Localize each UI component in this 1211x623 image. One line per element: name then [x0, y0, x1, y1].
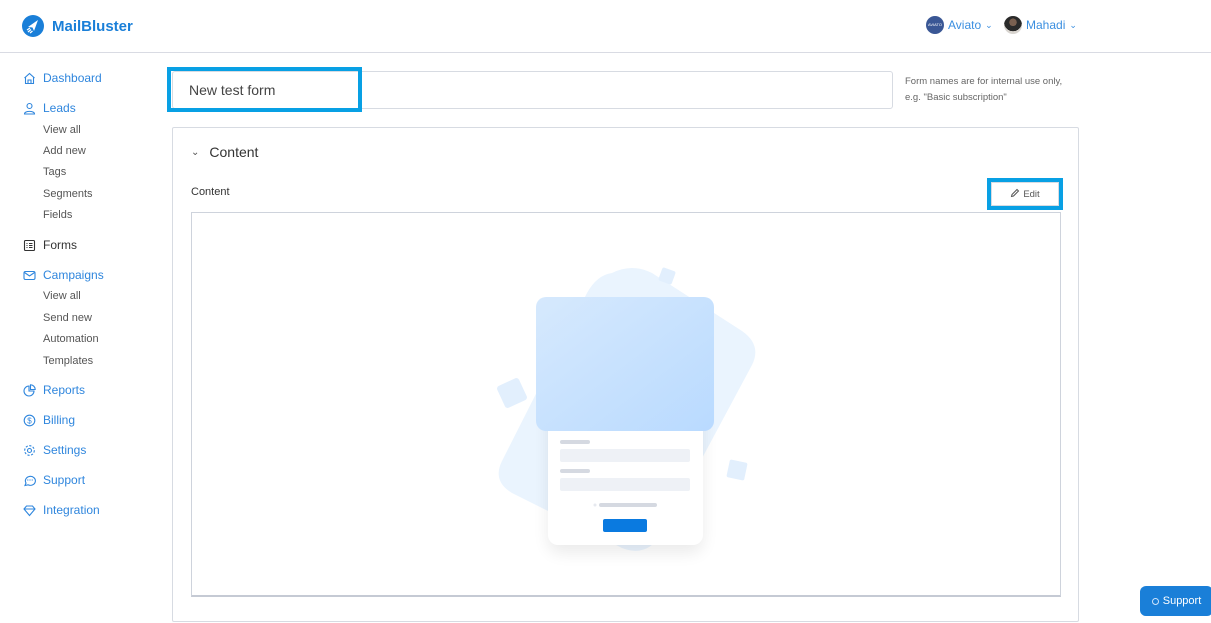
sidebar-subitem-leads-tags[interactable]: Tags — [43, 166, 66, 178]
content-panel: ⌄ Content Content Edit — [172, 127, 1079, 622]
dollar-icon: $ — [22, 413, 36, 427]
form-submit-placeholder — [603, 519, 647, 532]
chevron-collapse-icon: ⌄ — [191, 146, 200, 158]
workspace-switcher[interactable]: AVIATO Aviato ⌄ — [926, 16, 993, 34]
sidebar-item-settings[interactable]: Settings — [22, 443, 86, 457]
sidebar-item-dashboard[interactable]: Dashboard — [22, 71, 102, 85]
home-icon — [22, 71, 36, 85]
workspace-name: Aviato — [948, 18, 982, 32]
sidebar-item-billing[interactable]: $ Billing — [22, 413, 75, 427]
sidebar-subitem-campaigns-automation[interactable]: Automation — [43, 333, 99, 345]
sidebar-subitem-leads-segments[interactable]: Segments — [43, 188, 93, 200]
sidebar-item-leads[interactable]: Leads — [22, 101, 76, 115]
envelope-icon — [22, 268, 36, 282]
form-preview[interactable] — [191, 212, 1061, 597]
chat-bubble-icon — [1151, 597, 1159, 605]
sidebar-subitem-leads-add-new[interactable]: Add new — [43, 145, 86, 157]
brand-name: MailBluster — [52, 17, 133, 35]
paper-plane-icon — [22, 15, 44, 37]
content-panel-title: Content — [209, 144, 259, 160]
form-name-field — [172, 71, 893, 109]
chevron-down-icon: ⌄ — [1069, 19, 1077, 30]
sidebar-item-forms[interactable]: Forms — [22, 238, 77, 252]
diamond-icon — [22, 503, 36, 517]
top-bar: MailBluster AVIATO Aviato ⌄ Mahadi ⌄ — [0, 0, 1211, 53]
form-name-hint: Form names are for internal use only, e.… — [905, 76, 1063, 103]
content-panel-toggle[interactable]: ⌄ Content — [191, 144, 258, 160]
sidebar-subitem-campaigns-templates[interactable]: Templates — [43, 355, 93, 367]
sidebar-subitem-campaigns-view-all[interactable]: View all — [43, 290, 81, 302]
sidebar-item-integration[interactable]: Integration — [22, 503, 100, 517]
form-name-input[interactable] — [173, 72, 892, 108]
svg-text:$: $ — [27, 416, 32, 425]
support-chat-button[interactable]: Support — [1140, 586, 1211, 616]
user-icon — [22, 101, 36, 115]
sidebar-subitem-leads-view-all[interactable]: View all — [43, 124, 81, 136]
chevron-down-icon: ⌄ — [985, 19, 993, 30]
gear-icon — [22, 443, 36, 457]
workspace-avatar: AVIATO — [926, 16, 944, 34]
sidebar-subitem-campaigns-send-new[interactable]: Send new — [43, 312, 92, 324]
sidebar-item-support[interactable]: Support — [22, 473, 85, 487]
brand-logo[interactable]: MailBluster — [22, 15, 133, 37]
chat-icon — [22, 473, 36, 487]
form-card-header — [536, 297, 714, 431]
user-avatar — [1004, 16, 1022, 34]
pie-chart-icon — [22, 383, 36, 397]
sidebar-item-reports[interactable]: Reports — [22, 383, 85, 397]
content-field-label: Content — [191, 186, 230, 198]
sidebar-item-campaigns[interactable]: Campaigns — [22, 268, 104, 282]
edit-content-button[interactable]: Edit — [991, 182, 1059, 206]
user-name: Mahadi — [1026, 18, 1066, 32]
pencil-icon — [1010, 188, 1020, 201]
form-placeholder-illustration — [497, 267, 756, 553]
form-icon — [22, 238, 36, 252]
user-menu[interactable]: Mahadi ⌄ — [1004, 16, 1077, 34]
sidebar-subitem-leads-fields[interactable]: Fields — [43, 209, 72, 221]
